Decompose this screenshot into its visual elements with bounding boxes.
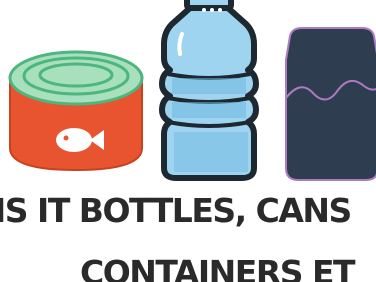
food-can-icon [8,50,144,172]
containers-illustration [8,0,376,181]
soda-can-icon [285,27,376,181]
headline-line-2: CONTAINERS ET [80,253,356,282]
headline-line-1: IS IT BOTTLES, CANS [0,191,352,230]
page-canvas: IS IT BOTTLES, CANS CONTAINERS ET [0,0,376,282]
water-bottle-icon [159,0,259,181]
